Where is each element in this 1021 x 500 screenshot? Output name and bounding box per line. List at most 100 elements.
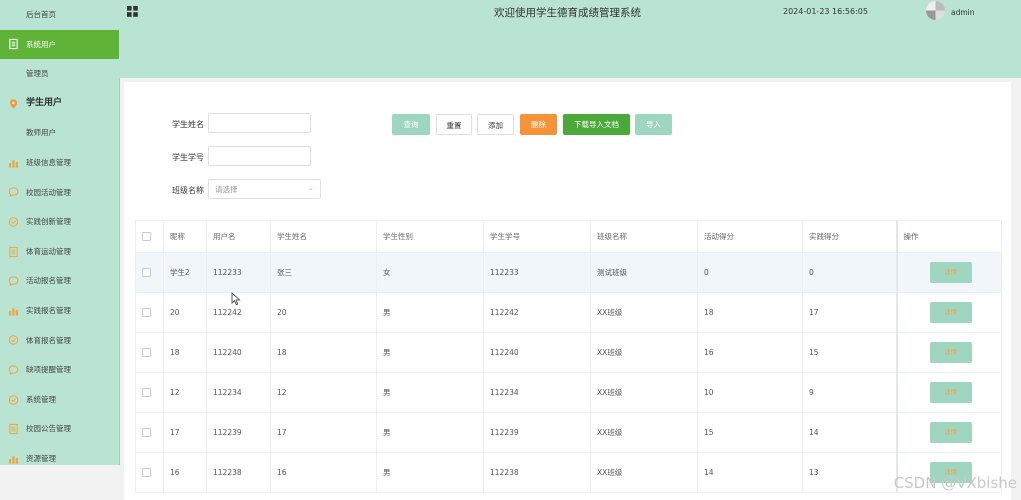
page-title: 欢迎使用学生德育成绩管理系统 <box>494 7 641 19</box>
location-pin-icon <box>8 98 19 109</box>
import-button[interactable]: 导入 <box>635 114 672 135</box>
student-name-label: 学生姓名 <box>172 120 204 129</box>
student-number-input[interactable] <box>208 146 311 166</box>
table-cell: XX班级 <box>590 412 698 453</box>
sidebar-item-label: 校园活动管理 <box>26 187 71 197</box>
table-cell: 112242 <box>483 292 591 333</box>
row-checkbox[interactable] <box>142 308 151 318</box>
header-username[interactable]: admin <box>951 8 975 17</box>
table-cell: 0 <box>802 252 897 293</box>
sidebar-item-system-management[interactable]: 系统管理 <box>0 385 119 415</box>
actions-cell: 详情 <box>895 292 1002 333</box>
column-header: 学生性别 <box>376 220 484 253</box>
sidebar-item-label: 实践报名管理 <box>26 305 71 315</box>
row-select-cell[interactable] <box>135 452 164 493</box>
reset-button[interactable]: 重置 <box>436 114 472 135</box>
row-checkbox[interactable] <box>142 428 151 438</box>
table-cell: 女 <box>376 252 484 293</box>
row-select-cell[interactable] <box>135 412 164 453</box>
detail-button[interactable]: 详情 <box>929 302 972 323</box>
table-cell: 18 <box>697 292 803 333</box>
grid-menu-icon[interactable] <box>127 6 138 17</box>
table-cell: 男 <box>376 452 484 493</box>
class-name-label: 班级名称 <box>172 186 204 195</box>
row-select-cell[interactable] <box>135 252 164 293</box>
chat-bubble-icon <box>8 364 19 375</box>
header-datetime: 2024-01-23 16:56:05 <box>783 7 868 16</box>
column-header: 学生姓名 <box>270 220 377 253</box>
class-select[interactable]: 请选择 ⌄ <box>208 179 321 199</box>
sidebar-item-practice-innovation[interactable]: 实践创新管理 <box>0 207 119 237</box>
sidebar-item-student-users[interactable]: 学生用户 <box>0 89 119 119</box>
sidebar-item-system-users[interactable]: 系统用户 <box>0 29 119 60</box>
sidebar-item-practice-signup[interactable]: 实践报名管理 <box>0 296 119 326</box>
sidebar-item-label: 缺项提醒管理 <box>26 365 71 375</box>
sidebar-item-sports[interactable]: 体育运动管理 <box>0 237 119 267</box>
sidebar-item-sports-signup[interactable]: 体育报名管理 <box>0 326 119 356</box>
table-row[interactable]: 学生2 112233 张三女 112233 测试班级 0 0 详情 <box>135 252 1002 293</box>
chat-bubble-icon <box>8 187 19 198</box>
table-cell: 17 <box>270 412 377 453</box>
table-cell: 112234 <box>206 372 271 413</box>
table-cell: 10 <box>697 372 803 413</box>
table-cell: 18 <box>270 332 377 373</box>
table-row[interactable]: 20 112242 20 男 112242 XX班级 18 17 详情 <box>135 292 1002 333</box>
sidebar-item-resources[interactable]: 资源管理 <box>0 444 119 465</box>
row-select-cell[interactable] <box>135 332 164 373</box>
table-cell: XX班级 <box>590 292 698 333</box>
download-template-button[interactable]: 下载导入文档 <box>563 114 630 135</box>
student-name-input[interactable] <box>208 113 311 133</box>
row-select-cell[interactable] <box>135 372 164 413</box>
table-cell: XX班级 <box>590 452 698 493</box>
sidebar-item-teacher-users[interactable]: 教师用户 <box>0 118 119 148</box>
check-circle-icon <box>8 394 19 405</box>
detail-button[interactable]: 详情 <box>929 342 972 363</box>
query-button[interactable]: 查询 <box>392 114 430 135</box>
sidebar-item-label: 系统用户 <box>26 39 56 49</box>
table-cell: XX班级 <box>590 332 698 373</box>
table-cell: 16 <box>163 452 207 493</box>
table-cell: 20 <box>270 292 377 333</box>
check-circle-icon <box>8 216 19 227</box>
detail-button[interactable]: 详情 <box>929 262 972 283</box>
row-checkbox[interactable] <box>142 468 151 478</box>
sidebar-item-label: 管理员 <box>26 69 49 79</box>
row-select-cell[interactable] <box>135 292 164 333</box>
sidebar-item-label: 系统管理 <box>26 394 56 404</box>
select-all-cell[interactable] <box>135 220 164 253</box>
table-cell: 张三 <box>270 252 377 293</box>
sidebar-item-campus-activity[interactable]: 校园活动管理 <box>0 178 119 208</box>
table-row[interactable]: 18 112240 18 男 112240 XX班级 16 15 详情 <box>135 332 1002 373</box>
table-cell: XX班级 <box>590 372 698 413</box>
row-checkbox[interactable] <box>142 348 151 358</box>
actions-cell: 详情 <box>895 412 1002 453</box>
column-header: 操作 <box>895 220 1002 253</box>
table-cell: 男 <box>376 372 484 413</box>
table-row[interactable]: 16 112238 16 男 112238 XX班级 14 13 详情 <box>135 452 1002 493</box>
avatar[interactable] <box>926 1 945 20</box>
select-all-checkbox[interactable] <box>142 232 151 242</box>
delete-button[interactable]: 删除 <box>520 114 557 135</box>
chat-bubble-icon <box>8 276 19 287</box>
table-cell: 112239 <box>206 412 271 453</box>
sidebar-item-admin[interactable]: 管理员 <box>0 59 119 89</box>
mouse-cursor-icon <box>231 292 241 306</box>
table-cell: 112238 <box>206 452 271 493</box>
actions-cell: 详情 <box>895 252 1002 293</box>
bar-chart-icon <box>8 305 19 316</box>
sidebar-item-class-info[interactable]: 班级信息管理 <box>0 148 119 178</box>
detail-button[interactable]: 详情 <box>929 382 972 403</box>
students-table: 昵称 用户名 学生姓名 学生性别 学生学号 班级名称 活动得分 实践得分 操作 … <box>135 220 1002 493</box>
detail-button[interactable]: 详情 <box>929 422 972 443</box>
table-row[interactable]: 12 112234 12 男 112234 XX班级 10 9 详情 <box>135 372 1002 413</box>
table-row[interactable]: 17 112239 17 男 112239 XX班级 15 14 详情 <box>135 412 1002 453</box>
row-checkbox[interactable] <box>142 388 151 398</box>
sidebar-item-home[interactable]: 后台首页 <box>0 0 119 30</box>
sidebar-item-activity-signup[interactable]: 活动报名管理 <box>0 266 119 296</box>
row-checkbox[interactable] <box>142 268 151 278</box>
sidebar-item-campus-notice[interactable]: 校园公告管理 <box>0 414 119 444</box>
table-cell: 16 <box>270 452 377 493</box>
add-button[interactable]: 添加 <box>477 114 514 135</box>
sidebar-item-missing-reminder[interactable]: 缺项提醒管理 <box>0 355 119 385</box>
sidebar-item-label: 校园公告管理 <box>26 424 71 434</box>
